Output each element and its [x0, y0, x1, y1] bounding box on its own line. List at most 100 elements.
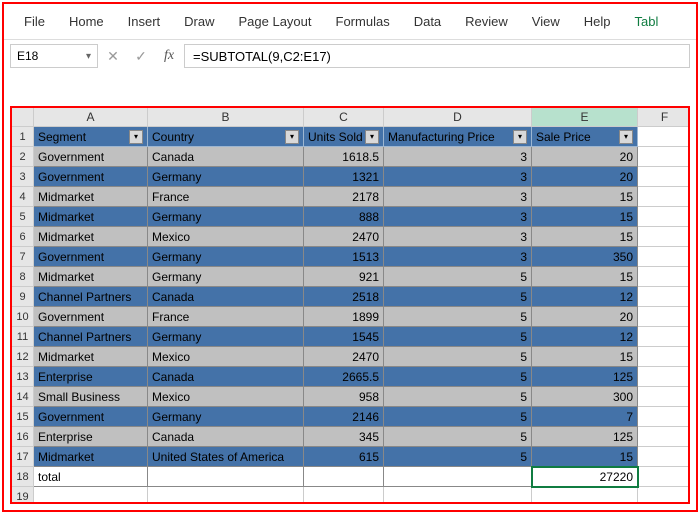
row-header-18[interactable]: 18	[12, 467, 34, 487]
cell-B10[interactable]: France	[148, 307, 304, 327]
cell-E9[interactable]: 12	[532, 287, 638, 307]
cell-A3[interactable]: Government	[34, 167, 148, 187]
cell-F17[interactable]	[638, 447, 690, 467]
cell-D3[interactable]: 3	[384, 167, 532, 187]
fx-icon[interactable]: fx	[156, 44, 182, 68]
cell-C13[interactable]: 2665.5	[304, 367, 384, 387]
cell-A12[interactable]: Midmarket	[34, 347, 148, 367]
table-header-sale-price[interactable]: Sale Price▾	[532, 127, 638, 147]
cell-F6[interactable]	[638, 227, 690, 247]
formula-bar[interactable]: =SUBTOTAL(9,C2:E17)	[184, 44, 690, 68]
cell-C16[interactable]: 345	[304, 427, 384, 447]
ribbon-tab-file[interactable]: File	[12, 10, 57, 33]
cell-B19[interactable]	[148, 487, 304, 504]
cell-C18[interactable]	[304, 467, 384, 487]
cell-B9[interactable]: Canada	[148, 287, 304, 307]
cell-E15[interactable]: 7	[532, 407, 638, 427]
select-all-corner[interactable]	[12, 108, 34, 127]
row-header-11[interactable]: 11	[12, 327, 34, 347]
table-header-segment[interactable]: Segment▾	[34, 127, 148, 147]
cell-B16[interactable]: Canada	[148, 427, 304, 447]
cell-F9[interactable]	[638, 287, 690, 307]
spreadsheet-grid[interactable]: ABCDEF1Segment▾Country▾Units Sold▾Manufa…	[12, 108, 688, 504]
cell-A11[interactable]: Channel Partners	[34, 327, 148, 347]
cell-E6[interactable]: 15	[532, 227, 638, 247]
cell-B6[interactable]: Mexico	[148, 227, 304, 247]
ribbon-tab-data[interactable]: Data	[402, 10, 453, 33]
cell-D10[interactable]: 5	[384, 307, 532, 327]
cell-E3[interactable]: 20	[532, 167, 638, 187]
col-header-A[interactable]: A	[34, 108, 148, 127]
cell-B5[interactable]: Germany	[148, 207, 304, 227]
cell-E13[interactable]: 125	[532, 367, 638, 387]
table-header-country[interactable]: Country▾	[148, 127, 304, 147]
cell-D18[interactable]	[384, 467, 532, 487]
cell-A5[interactable]: Midmarket	[34, 207, 148, 227]
ribbon-tab-formulas[interactable]: Formulas	[324, 10, 402, 33]
row-header-7[interactable]: 7	[12, 247, 34, 267]
row-header-10[interactable]: 10	[12, 307, 34, 327]
name-box[interactable]: E18 ▾	[10, 44, 98, 68]
table-header-units-sold[interactable]: Units Sold▾	[304, 127, 384, 147]
ribbon-tab-insert[interactable]: Insert	[116, 10, 173, 33]
cell-F11[interactable]	[638, 327, 690, 347]
cell-A19[interactable]	[34, 487, 148, 504]
row-header-5[interactable]: 5	[12, 207, 34, 227]
cell-A8[interactable]: Midmarket	[34, 267, 148, 287]
filter-icon[interactable]: ▾	[365, 130, 379, 144]
cell-F15[interactable]	[638, 407, 690, 427]
cell-B4[interactable]: France	[148, 187, 304, 207]
row-header-6[interactable]: 6	[12, 227, 34, 247]
cell-A10[interactable]: Government	[34, 307, 148, 327]
cell-C9[interactable]: 2518	[304, 287, 384, 307]
col-header-E[interactable]: E	[532, 108, 638, 127]
cell-D5[interactable]: 3	[384, 207, 532, 227]
cell-A14[interactable]: Small Business	[34, 387, 148, 407]
filter-icon[interactable]: ▾	[619, 130, 633, 144]
cell-C5[interactable]: 888	[304, 207, 384, 227]
cell-C2[interactable]: 1618.5	[304, 147, 384, 167]
filter-icon[interactable]: ▾	[285, 130, 299, 144]
row-header-2[interactable]: 2	[12, 147, 34, 167]
cell-E19[interactable]	[532, 487, 638, 504]
cell-F14[interactable]	[638, 387, 690, 407]
col-header-F[interactable]: F	[638, 108, 690, 127]
cell-C4[interactable]: 2178	[304, 187, 384, 207]
table-header-manufacturing-price[interactable]: Manufacturing Price▾	[384, 127, 532, 147]
cell-E16[interactable]: 125	[532, 427, 638, 447]
row-header-19[interactable]: 19	[12, 487, 34, 504]
cell-F10[interactable]	[638, 307, 690, 327]
row-header-13[interactable]: 13	[12, 367, 34, 387]
cell-F19[interactable]	[638, 487, 690, 504]
row-header-14[interactable]: 14	[12, 387, 34, 407]
cell-F5[interactable]	[638, 207, 690, 227]
cell-E7[interactable]: 350	[532, 247, 638, 267]
cell-D2[interactable]: 3	[384, 147, 532, 167]
cell-E18[interactable]: 27220	[532, 467, 638, 487]
cell-E14[interactable]: 300	[532, 387, 638, 407]
filter-icon[interactable]: ▾	[129, 130, 143, 144]
cell-A6[interactable]: Midmarket	[34, 227, 148, 247]
cell-D8[interactable]: 5	[384, 267, 532, 287]
cell-A2[interactable]: Government	[34, 147, 148, 167]
cell-B14[interactable]: Mexico	[148, 387, 304, 407]
row-header-1[interactable]: 1	[12, 127, 34, 147]
row-header-9[interactable]: 9	[12, 287, 34, 307]
cell-A17[interactable]: Midmarket	[34, 447, 148, 467]
cell-D19[interactable]	[384, 487, 532, 504]
cell-C8[interactable]: 921	[304, 267, 384, 287]
ribbon-tab-tabl[interactable]: Tabl	[623, 10, 671, 33]
row-header-4[interactable]: 4	[12, 187, 34, 207]
ribbon-tab-draw[interactable]: Draw	[172, 10, 226, 33]
cell-D12[interactable]: 5	[384, 347, 532, 367]
cell-D9[interactable]: 5	[384, 287, 532, 307]
cell-B18[interactable]	[148, 467, 304, 487]
cell-C14[interactable]: 958	[304, 387, 384, 407]
cancel-formula-button[interactable]: ✕	[100, 44, 126, 68]
col-header-C[interactable]: C	[304, 108, 384, 127]
cell-D6[interactable]: 3	[384, 227, 532, 247]
cell-F12[interactable]	[638, 347, 690, 367]
cell-B11[interactable]: Germany	[148, 327, 304, 347]
cell-D16[interactable]: 5	[384, 427, 532, 447]
cell-E10[interactable]: 20	[532, 307, 638, 327]
